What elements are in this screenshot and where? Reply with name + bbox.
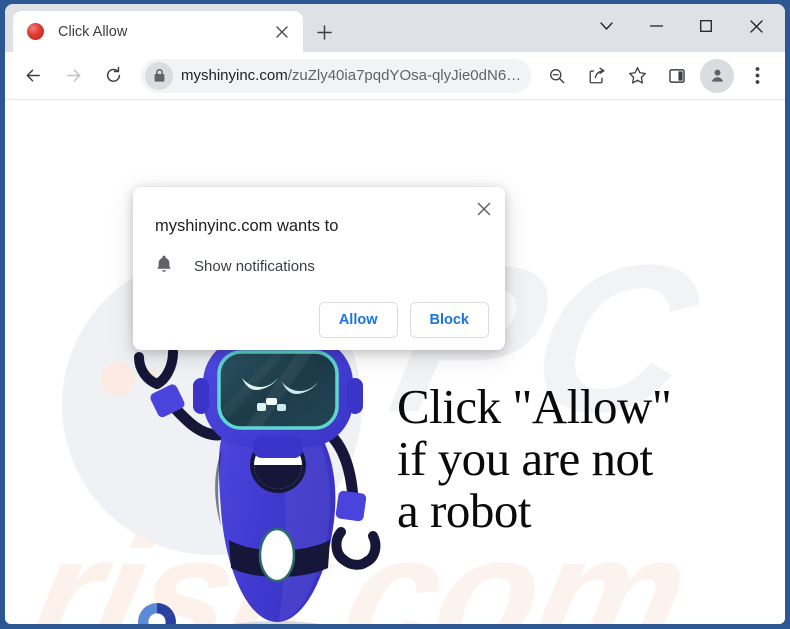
maximize-icon[interactable] <box>681 4 731 48</box>
allow-button[interactable]: Allow <box>318 302 398 338</box>
popup-title: myshinyinc.com wants to <box>155 217 339 235</box>
tab-strip: Click Allow <box>5 4 785 52</box>
star-icon[interactable] <box>620 59 654 93</box>
headline-line-1: Click "Allow" <box>397 379 672 434</box>
sad-robot-mascot-illustration <box>125 337 395 624</box>
headline-line-2: if you are not <box>397 431 653 486</box>
tab-title: Click Allow <box>58 23 128 40</box>
window-controls <box>581 4 781 48</box>
address-bar-host: myshinyinc.com <box>181 67 288 84</box>
address-bar-path: /zuZly40ia7pqdYOsa-qlyJie0dN6… <box>287 67 522 84</box>
address-bar-url: myshinyinc.com/zuZly40ia7pqdYOsa-qlyJie0… <box>181 67 531 84</box>
reload-icon[interactable] <box>96 59 130 93</box>
three-dot-menu-icon[interactable] <box>740 59 774 93</box>
tab-click-allow[interactable]: Click Allow <box>13 11 303 52</box>
notification-permission-popup: myshinyinc.com wants to Show notificatio… <box>133 187 505 350</box>
page-headline: Click "Allow" if you are not a robot <box>397 381 727 537</box>
minimize-icon[interactable] <box>631 4 681 48</box>
e-captcha-logo: E-CAPTCHA <box>128 600 186 624</box>
profile-avatar-icon[interactable] <box>700 58 734 93</box>
tab-favicon-icon <box>27 23 44 40</box>
captcha-c-icon <box>138 603 176 624</box>
forward-arrow-icon[interactable] <box>56 59 90 93</box>
block-button[interactable]: Block <box>409 302 489 338</box>
browser-window: Click Allow myshinyinc.com/zuZly40ia7pqd… <box>0 0 790 629</box>
page-viewport: PC risk .com Click "Allow" if you are no… <box>5 100 785 624</box>
bell-icon <box>155 254 173 278</box>
tab-close-icon[interactable] <box>271 21 293 43</box>
share-icon[interactable] <box>580 59 614 93</box>
headline-line-3: a robot <box>397 483 531 538</box>
close-icon[interactable] <box>731 4 781 48</box>
lock-icon[interactable] <box>145 61 173 90</box>
popup-actions: Allow Block <box>155 302 489 338</box>
side-panel-icon[interactable] <box>660 59 694 93</box>
popup-close-icon[interactable] <box>471 196 497 222</box>
back-arrow-icon[interactable] <box>16 59 50 93</box>
tab-search-chevron-down-icon[interactable] <box>581 4 631 48</box>
permission-label: Show notifications <box>194 257 315 275</box>
browser-window-inner: Click Allow myshinyinc.com/zuZly40ia7pqd… <box>5 4 785 624</box>
new-tab-button[interactable] <box>310 18 338 46</box>
browser-toolbar: myshinyinc.com/zuZly40ia7pqdYOsa-qlyJie0… <box>5 52 785 100</box>
zoom-out-icon[interactable] <box>540 59 574 93</box>
permission-row: Show notifications <box>155 254 489 278</box>
address-bar[interactable]: myshinyinc.com/zuZly40ia7pqdYOsa-qlyJie0… <box>141 58 531 93</box>
